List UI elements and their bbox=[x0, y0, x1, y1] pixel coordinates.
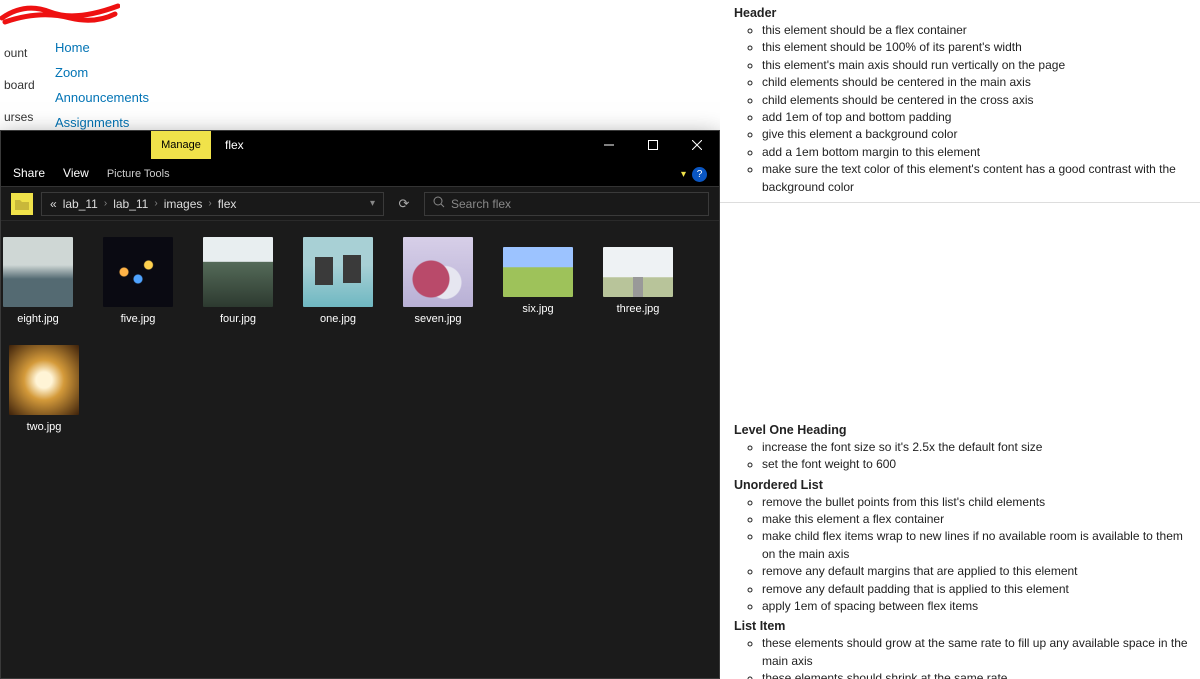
doc-list: remove the bullet points from this list'… bbox=[734, 494, 1188, 616]
chevron-right-icon: › bbox=[104, 198, 107, 209]
nav-assignments[interactable]: Assignments bbox=[55, 115, 149, 130]
doc-list-item: child elements should be centered in the… bbox=[762, 92, 1188, 109]
file-name: seven.jpg bbox=[414, 313, 461, 325]
instructions-document: Header this element should be a flex cont… bbox=[720, 0, 1200, 679]
doc-list-item: make this element a flex container bbox=[762, 511, 1188, 528]
doc-list-item: child elements should be centered in the… bbox=[762, 74, 1188, 91]
file-name: four.jpg bbox=[220, 313, 256, 325]
nav-home[interactable]: Home bbox=[55, 40, 149, 55]
file-name: eight.jpg bbox=[17, 313, 59, 325]
thumbnail bbox=[9, 345, 79, 415]
file-name: three.jpg bbox=[617, 303, 660, 315]
doc-list-item: make sure the text color of this element… bbox=[762, 161, 1188, 196]
file-item[interactable]: three.jpg bbox=[603, 237, 673, 325]
search-placeholder: Search flex bbox=[451, 197, 511, 211]
help-icon[interactable]: ? bbox=[692, 167, 707, 182]
doc-list-item: this element should be 100% of its paren… bbox=[762, 39, 1188, 56]
thumbnail bbox=[203, 237, 273, 307]
sidebar-label: ount bbox=[0, 40, 35, 66]
doc-list-item: remove any default margins that are appl… bbox=[762, 563, 1188, 580]
file-item[interactable]: one.jpg bbox=[303, 237, 373, 325]
doc-list-item: this element's main axis should run vert… bbox=[762, 57, 1188, 74]
file-name: two.jpg bbox=[27, 421, 62, 433]
doc-list-item: give this element a background color bbox=[762, 126, 1188, 143]
file-item[interactable]: two.jpg bbox=[9, 345, 79, 433]
ribbon-context-tab[interactable]: Manage bbox=[151, 131, 211, 159]
refresh-button[interactable]: ⟳ bbox=[392, 196, 416, 212]
doc-heading: Unordered List bbox=[734, 478, 1188, 492]
doc-list-item: make child flex items wrap to new lines … bbox=[762, 528, 1188, 563]
minimize-button[interactable] bbox=[587, 131, 631, 159]
doc-list-item: increase the font size so it's 2.5x the … bbox=[762, 439, 1188, 456]
doc-heading: Header bbox=[734, 6, 1188, 20]
course-nav: Home Zoom Announcements Assignments bbox=[55, 40, 149, 130]
breadcrumb[interactable]: « lab_11 › lab_11 › images › flex ▾ bbox=[41, 192, 384, 216]
thumbnail bbox=[403, 237, 473, 307]
breadcrumb-segment[interactable]: images bbox=[164, 197, 203, 211]
ribbon: Share View Picture Tools ▾ ? bbox=[1, 159, 719, 187]
file-item[interactable]: five.jpg bbox=[103, 237, 173, 325]
breadcrumb-segment[interactable]: flex bbox=[218, 197, 237, 211]
file-grid[interactable]: eight.jpg five.jpg four.jpg one.jpg seven.jp… bbox=[1, 221, 719, 678]
file-name: five.jpg bbox=[121, 313, 156, 325]
doc-list-item: apply 1em of spacing between flex items bbox=[762, 598, 1188, 615]
file-explorer-window: Manage flex Share View Picture Tools ▾ ?… bbox=[0, 130, 720, 679]
ribbon-tab-picture-tools[interactable]: Picture Tools bbox=[107, 168, 170, 186]
doc-list-item: remove the bullet points from this list'… bbox=[762, 494, 1188, 511]
doc-list: increase the font size so it's 2.5x the … bbox=[734, 439, 1188, 474]
doc-list-item: set the font weight to 600 bbox=[762, 456, 1188, 473]
doc-list-item: this element should be a flex container bbox=[762, 22, 1188, 39]
thumbnail bbox=[103, 237, 173, 307]
thumbnail bbox=[3, 237, 73, 307]
thumbnail bbox=[303, 237, 373, 307]
file-item[interactable]: six.jpg bbox=[503, 237, 573, 325]
doc-list-item: add 1em of top and bottom padding bbox=[762, 109, 1188, 126]
folder-icon[interactable] bbox=[11, 193, 33, 215]
file-name: six.jpg bbox=[522, 303, 553, 315]
window-title: flex bbox=[211, 131, 258, 159]
breadcrumb-segment[interactable]: lab_11 bbox=[63, 197, 98, 211]
doc-list-item: add a 1em bottom margin to this element bbox=[762, 144, 1188, 161]
doc-heading: Level One Heading bbox=[734, 423, 1188, 437]
ribbon-chevron-icon[interactable]: ▾ bbox=[681, 169, 686, 180]
maximize-button[interactable] bbox=[631, 131, 675, 159]
doc-list-item: these elements should grow at the same r… bbox=[762, 635, 1188, 670]
chevron-right-icon: › bbox=[208, 198, 211, 209]
close-button[interactable] bbox=[675, 131, 719, 159]
thumbnail bbox=[603, 247, 673, 297]
nav-zoom[interactable]: Zoom bbox=[55, 65, 149, 80]
breadcrumb-segment[interactable]: lab_11 bbox=[113, 197, 148, 211]
spacer bbox=[734, 203, 1188, 423]
doc-heading: List Item bbox=[734, 619, 1188, 633]
breadcrumb-prefix: « bbox=[50, 197, 57, 211]
doc-list: these elements should grow at the same r… bbox=[734, 635, 1188, 679]
ribbon-tab-share[interactable]: Share bbox=[13, 166, 45, 186]
doc-list: this element should be a flex containert… bbox=[734, 22, 1188, 196]
file-item[interactable]: eight.jpg bbox=[3, 237, 73, 325]
titlebar[interactable]: Manage flex bbox=[1, 131, 719, 159]
file-item[interactable]: seven.jpg bbox=[403, 237, 473, 325]
redaction-scribble bbox=[0, 0, 120, 30]
search-input[interactable]: Search flex bbox=[424, 192, 709, 216]
chevron-down-icon[interactable]: ▾ bbox=[370, 198, 375, 209]
file-item[interactable]: four.jpg bbox=[203, 237, 273, 325]
chevron-right-icon: › bbox=[154, 198, 157, 209]
sidebar-label: urses bbox=[0, 104, 35, 130]
doc-list-item: remove any default padding that is appli… bbox=[762, 581, 1188, 598]
thumbnail bbox=[503, 247, 573, 297]
sidebar-fragment: ount board urses bbox=[0, 40, 35, 130]
search-icon bbox=[433, 196, 445, 211]
nav-announcements[interactable]: Announcements bbox=[55, 90, 149, 105]
ribbon-tab-view[interactable]: View bbox=[63, 166, 89, 186]
sidebar-label: board bbox=[0, 72, 35, 98]
address-bar-row: « lab_11 › lab_11 › images › flex ▾ ⟳ Search fle… bbox=[1, 187, 719, 221]
file-name: one.jpg bbox=[320, 313, 356, 325]
doc-list-item: these elements should shrink at the same… bbox=[762, 670, 1188, 679]
